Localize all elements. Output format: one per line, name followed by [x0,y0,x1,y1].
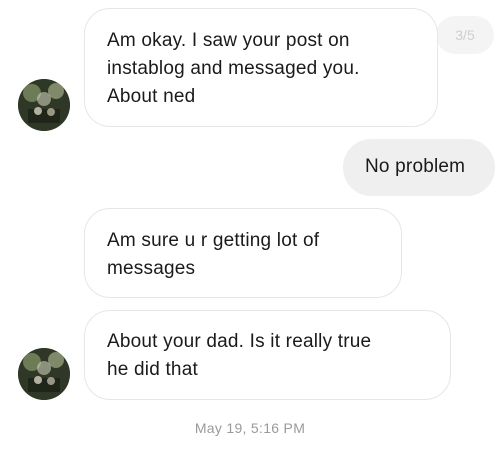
page-indicator-badge: 3/5 [436,16,494,54]
message-bubble-incoming[interactable]: About your dad. Is it really true he did… [84,310,451,400]
message-thread: 3/5 Am okay. I saw your post on instablo… [0,0,500,451]
message-bubble-incoming[interactable]: Am okay. I saw your post on instablog an… [84,8,438,127]
avatar-photo-icon [18,79,70,131]
message-bubble-incoming[interactable]: Am sure u r getting lot of messages [84,208,402,298]
message-timestamp: May 19, 5:16 PM [194,420,306,436]
avatar-photo-icon [18,348,70,400]
message-bubble-outgoing[interactable]: No problem [343,139,495,196]
contact-avatar[interactable] [18,79,70,131]
contact-avatar[interactable] [18,348,70,400]
